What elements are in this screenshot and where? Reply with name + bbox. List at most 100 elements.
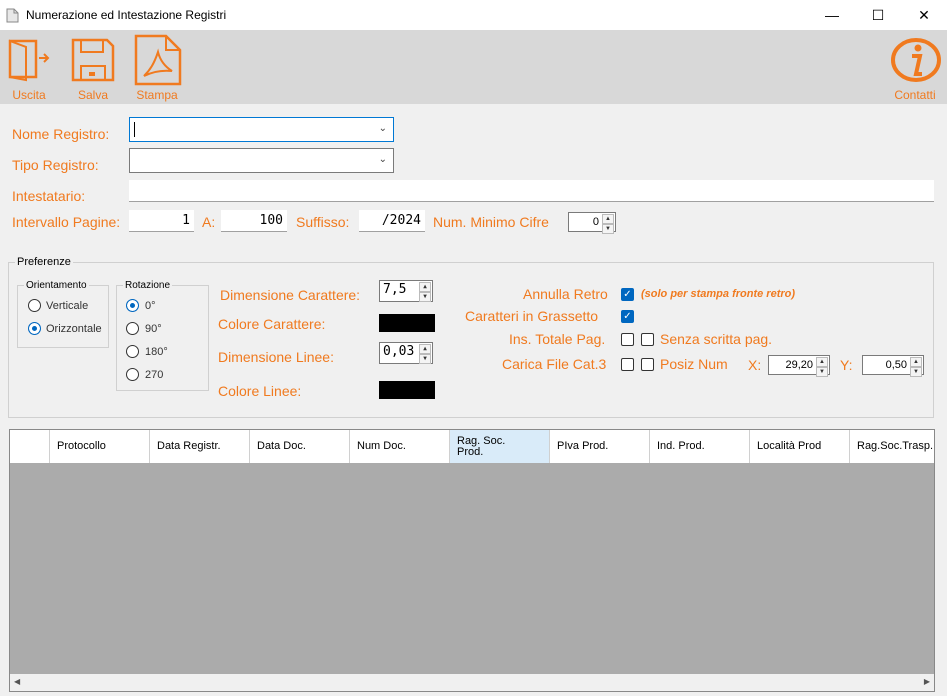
num-minimo-cifre-label: Num. Minimo Cifre xyxy=(433,214,549,230)
ins-totale-label: Ins. Totale Pag. xyxy=(509,331,606,347)
a-label: A: xyxy=(202,214,216,230)
y-spinner[interactable]: 0,50 ▲ ▼ xyxy=(862,355,924,377)
rotazione-180-radio[interactable] xyxy=(126,345,139,358)
dimensione-linee-spinner[interactable]: 0,03 ▲ ▼ xyxy=(379,342,433,364)
contacts-label: Contatti xyxy=(894,88,936,102)
spin-down-icon[interactable]: ▼ xyxy=(602,224,614,234)
spin-up-icon[interactable]: ▲ xyxy=(419,344,431,354)
x-spinner[interactable]: 29,20 ▲ ▼ xyxy=(768,355,830,377)
spin-up-icon[interactable]: ▲ xyxy=(419,282,431,292)
orizzontale-label: Orizzontale xyxy=(46,323,102,335)
column-header-piva-prod[interactable]: PIva Prod. xyxy=(550,430,650,463)
column-header-localita-prod[interactable]: Località Prod xyxy=(750,430,850,463)
chevron-down-icon: ⌄ xyxy=(378,123,387,134)
tipo-registro-combobox[interactable]: ⌄ xyxy=(129,148,394,173)
carica-file-label: Carica File Cat.3 xyxy=(502,356,607,372)
orientamento-group xyxy=(17,285,109,348)
scroll-left-icon[interactable]: ◀ xyxy=(14,677,20,686)
posiz-num-label: Posiz Num xyxy=(660,356,728,372)
spin-up-icon[interactable]: ▲ xyxy=(816,357,828,367)
exit-label: Uscita xyxy=(12,88,46,102)
preferenze-title: Preferenze xyxy=(15,256,73,268)
intervallo-to-input[interactable]: 100 xyxy=(221,210,287,232)
x-label: X: xyxy=(748,357,762,373)
column-header-ind-prod[interactable]: Ind. Prod. xyxy=(650,430,750,463)
rotazione-90-radio[interactable] xyxy=(126,322,139,335)
verticale-radio[interactable] xyxy=(28,299,41,312)
grid-header: Protocollo Data Registr. Data Doc. Num D… xyxy=(10,430,934,463)
close-button[interactable]: ✕ xyxy=(901,0,947,30)
spin-up-icon[interactable]: ▲ xyxy=(602,214,614,224)
senza-scritta-checkbox[interactable] xyxy=(641,333,654,346)
dimensione-carattere-value: 7,5 xyxy=(383,282,407,297)
column-header-data-registr[interactable]: Data Registr. xyxy=(150,430,250,463)
y-label: Y: xyxy=(840,357,853,373)
annulla-retro-note: (solo per stampa fronte retro) xyxy=(641,288,796,300)
column-header-data-doc[interactable]: Data Doc. xyxy=(250,430,350,463)
grassetto-label: Caratteri in Grassetto xyxy=(465,308,599,324)
suffisso-input[interactable]: /2024 xyxy=(359,210,425,232)
num-minimo-cifre-spinner[interactable]: 0 ▲ ▼ xyxy=(568,212,616,234)
exit-door-icon xyxy=(8,39,50,82)
scroll-right-icon[interactable]: ▶ xyxy=(924,677,930,686)
spin-down-icon[interactable]: ▼ xyxy=(419,354,431,364)
pdf-icon xyxy=(134,34,182,86)
column-header-num-doc[interactable]: Num Doc. xyxy=(350,430,450,463)
save-button[interactable]: Salva xyxy=(68,36,118,102)
rotazione-270-radio[interactable] xyxy=(126,368,139,381)
colore-linee-swatch[interactable] xyxy=(379,381,435,399)
rotazione-90-label: 90° xyxy=(145,323,162,335)
rotazione-0-radio[interactable] xyxy=(126,299,139,312)
save-label: Salva xyxy=(77,88,109,102)
grassetto-checkbox[interactable]: ✓ xyxy=(621,310,634,323)
minimize-icon: — xyxy=(825,7,839,23)
posiz-num-checkbox[interactable] xyxy=(641,358,654,371)
dimensione-linee-label: Dimensione Linee: xyxy=(218,349,334,365)
annulla-retro-checkbox[interactable]: ✓ xyxy=(621,288,634,301)
horizontal-scrollbar[interactable]: ◀ ▶ xyxy=(10,674,934,691)
print-label: Stampa xyxy=(136,88,178,102)
chevron-down-icon: ⌄ xyxy=(378,154,387,165)
title-bar: Numerazione ed Intestazione Registri — ☐… xyxy=(0,0,947,30)
column-header-protocollo[interactable]: Protocollo xyxy=(50,430,150,463)
suffisso-label: Suffisso: xyxy=(296,214,350,230)
orientamento-title: Orientamento xyxy=(24,280,89,291)
carica-file-checkbox[interactable] xyxy=(621,358,634,371)
ins-totale-checkbox[interactable] xyxy=(621,333,634,346)
app-document-icon xyxy=(6,8,19,23)
contacts-button[interactable]: Contatti xyxy=(888,34,942,102)
info-icon xyxy=(891,38,941,82)
colore-carattere-swatch[interactable] xyxy=(379,314,435,332)
close-icon: ✕ xyxy=(918,6,930,23)
maximize-icon: ☐ xyxy=(871,6,885,23)
intervallo-pagine-label: Intervallo Pagine: xyxy=(12,214,121,230)
orizzontale-radio[interactable] xyxy=(28,322,41,335)
colore-carattere-label: Colore Carattere: xyxy=(218,316,326,332)
nome-registro-combobox[interactable]: ⌄ xyxy=(129,117,394,142)
dimensione-linee-value: 0,03 xyxy=(383,344,415,359)
intervallo-from-input[interactable]: 1 xyxy=(129,210,194,232)
spin-down-icon[interactable]: ▼ xyxy=(910,367,922,377)
intestatario-label: Intestatario: xyxy=(12,188,86,204)
maximize-button[interactable]: ☐ xyxy=(855,0,901,30)
row-header-corner[interactable] xyxy=(10,430,50,463)
print-button[interactable]: Stampa xyxy=(132,32,182,102)
annulla-retro-label: Annulla Retro xyxy=(523,286,608,302)
rotazione-180-label: 180° xyxy=(145,346,168,358)
rotazione-270-label: 270 xyxy=(145,369,164,381)
dimensione-carattere-label: Dimensione Carattere: xyxy=(220,287,361,303)
data-grid[interactable]: Protocollo Data Registr. Data Doc. Num D… xyxy=(9,429,935,692)
x-value: 29,20 xyxy=(785,359,813,371)
text-caret xyxy=(134,122,135,137)
rotazione-0-label: 0° xyxy=(145,300,156,312)
spin-up-icon[interactable]: ▲ xyxy=(910,357,922,367)
spin-down-icon[interactable]: ▼ xyxy=(816,367,828,377)
column-header-rag-soc-trasp[interactable]: Rag.Soc.Trasp. xyxy=(850,430,934,463)
intestatario-input[interactable] xyxy=(129,180,934,202)
spin-down-icon[interactable]: ▼ xyxy=(419,292,431,302)
dimensione-carattere-spinner[interactable]: 7,5 ▲ ▼ xyxy=(379,280,433,302)
column-header-rag-soc-prod[interactable]: Rag. Soc. Prod. xyxy=(450,430,550,463)
colore-linee-label: Colore Linee: xyxy=(218,383,302,399)
exit-button[interactable]: Uscita xyxy=(6,36,52,102)
minimize-button[interactable]: — xyxy=(809,0,855,30)
